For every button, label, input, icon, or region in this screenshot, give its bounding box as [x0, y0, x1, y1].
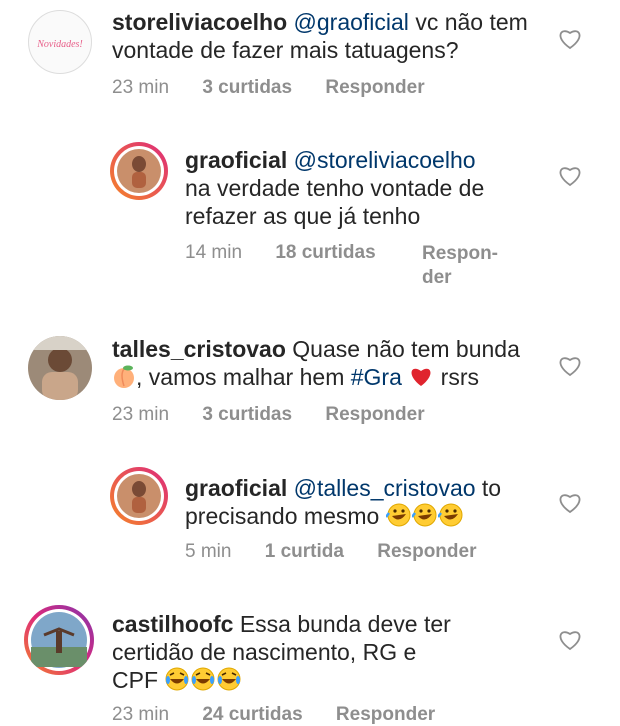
comment-text: graoficial @storeliviacoelho na verdade …: [185, 146, 545, 230]
reply-button[interactable]: Responder: [336, 704, 435, 725]
reply-button[interactable]: Responder: [325, 77, 424, 98]
peach-emoji-icon: [114, 365, 134, 388]
avatar-image: Novidades!: [36, 39, 83, 50]
timestamp: 23 min: [112, 704, 170, 725]
reply-label-part2: der: [422, 267, 452, 288]
avatar-image: [28, 609, 90, 671]
comment-body-line3: refazer as que já tenho: [185, 203, 421, 229]
rofl-emoji-icon: [437, 503, 463, 527]
comment-body-line2: , vamos malhar hem: [136, 364, 345, 390]
comment-meta: 5 min 1 curtida Responder: [185, 541, 476, 563]
username[interactable]: talles_cristovao: [112, 336, 286, 362]
heart-outline-icon[interactable]: [558, 355, 582, 377]
comment-meta: 23 min 24 curtidas Responder: [112, 704, 435, 726]
joy-emoji-icon: [217, 667, 241, 691]
comment-body: na verdade tenho vontade de: [185, 175, 485, 201]
rofl-emoji-icon: [385, 503, 411, 527]
rofl-emoji-icon: [411, 503, 437, 527]
likes-count[interactable]: 3 curtidas: [202, 404, 292, 425]
mention-link[interactable]: @talles_cristovao: [294, 475, 476, 501]
avatar-story-ring[interactable]: [24, 605, 94, 675]
username[interactable]: castilhoofc: [112, 611, 233, 637]
likes-count[interactable]: 3 curtidas: [202, 77, 292, 98]
joy-emoji-icon: [191, 667, 215, 691]
likes-count[interactable]: 1 curtida: [265, 541, 344, 562]
avatar-story-ring[interactable]: [110, 142, 168, 200]
joy-emoji-icon: [165, 667, 189, 691]
likes-count[interactable]: 24 curtidas: [202, 704, 302, 725]
comment-meta: 23 min 3 curtidas Responder: [112, 77, 425, 99]
timestamp: 14 min: [185, 242, 243, 263]
avatar-image: [114, 471, 164, 521]
heart-outline-icon[interactable]: [558, 165, 582, 187]
likes-count[interactable]: 18 curtidas: [275, 242, 375, 263]
comment-body-line2: certidão de nascimento, RG e: [112, 639, 417, 665]
timestamp: 5 min: [185, 541, 232, 562]
heart-outline-icon[interactable]: [558, 629, 582, 651]
heart-outline-icon[interactable]: [558, 492, 582, 514]
comment-body-line2: vontade de fazer mais tatuagens?: [112, 37, 459, 63]
comment-body: vc não tem: [415, 9, 528, 35]
reply-button[interactable]: Respon- der: [422, 242, 498, 290]
mention-link[interactable]: @storeliviacoelho: [294, 147, 476, 173]
svg-text:Novidades!: Novidades!: [36, 39, 83, 50]
comment-body: Quase não tem bunda: [292, 336, 520, 362]
red-heart-emoji-icon: [411, 368, 431, 386]
comment-body: Essa bunda deve ter: [239, 611, 451, 637]
hashtag-link[interactable]: #Gra: [351, 364, 402, 390]
timestamp: 23 min: [112, 404, 170, 425]
avatar-image: [114, 146, 164, 196]
comment-body-line3: CPF: [112, 667, 158, 693]
avatar[interactable]: [28, 336, 92, 400]
username[interactable]: graoficial: [185, 475, 287, 501]
comment-body-end: rsrs: [440, 364, 479, 390]
comment-text: talles_cristovao Quase não tem bunda , v…: [112, 335, 552, 391]
comment-text: graoficial @talles_cristovao to precisan…: [185, 474, 545, 530]
username[interactable]: graoficial: [185, 147, 287, 173]
reply-label-part1: Respon-: [422, 243, 498, 264]
mention-link[interactable]: @graoficial: [294, 9, 409, 35]
comment-text: castilhoofc Essa bunda deve ter certidão…: [112, 610, 532, 694]
reply-button[interactable]: Responder: [377, 541, 476, 562]
timestamp: 23 min: [112, 77, 170, 98]
avatar-story-ring[interactable]: [110, 467, 168, 525]
username[interactable]: storeliviacoelho: [112, 9, 287, 35]
avatar[interactable]: Novidades!: [28, 10, 92, 74]
reply-button[interactable]: Responder: [325, 404, 424, 425]
comment-text: storeliviacoelho @graoficial vc não tem …: [112, 8, 562, 64]
comment-body-line2: precisando mesmo: [185, 503, 380, 529]
avatar-image: [28, 336, 92, 400]
comment-meta: 23 min 3 curtidas Responder: [112, 404, 425, 426]
comment-body: to: [481, 475, 502, 501]
comment-meta: 14 min 18 curtidas: [185, 242, 376, 264]
heart-outline-icon[interactable]: [558, 28, 582, 50]
